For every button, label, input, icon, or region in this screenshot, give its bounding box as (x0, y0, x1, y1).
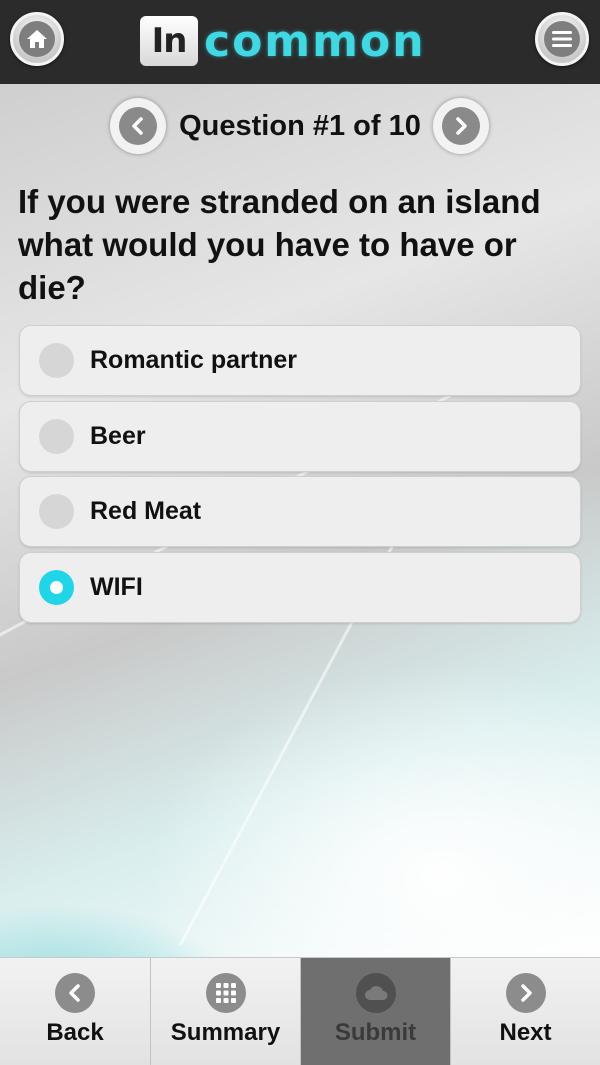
chevron-right-icon (505, 973, 546, 1013)
home-icon (19, 21, 55, 57)
radio-button[interactable] (39, 418, 74, 454)
chevron-left-icon (119, 107, 157, 145)
next-question-button[interactable] (433, 98, 489, 154)
submit-label: Submit (334, 1019, 417, 1046)
answer-option[interactable]: WIFI (19, 551, 581, 623)
answer-options: Romantic partner Beer Red Meat WIFI (19, 325, 581, 627)
menu-button[interactable] (535, 12, 589, 66)
radio-button[interactable] (39, 343, 74, 378)
home-button[interactable] (10, 12, 64, 66)
answer-label: WIFI (90, 572, 143, 601)
question-text: If you were stranded on an island what w… (18, 183, 541, 306)
question-counter: Question #1 of 10 (179, 110, 421, 142)
app-logo: In common (140, 15, 460, 67)
answer-label: Beer (90, 421, 146, 450)
answer-option[interactable]: Beer (19, 400, 581, 472)
answer-option[interactable]: Red Meat (19, 476, 581, 547)
grid-icon (205, 973, 246, 1013)
next-button[interactable]: Next (450, 957, 600, 1065)
summary-button[interactable]: Summary (150, 957, 300, 1065)
submit-button[interactable]: Submit (300, 957, 450, 1065)
logo-box: In (140, 16, 198, 66)
back-label: Back (46, 1019, 104, 1046)
question-navigator: Question #1 of 10 (0, 98, 600, 154)
logo-word: common (204, 15, 426, 67)
cloud-icon (355, 973, 396, 1013)
back-button[interactable]: Back (0, 957, 150, 1065)
answer-option[interactable]: Romantic partner (19, 325, 581, 396)
menu-icon (544, 21, 580, 57)
summary-label: Summary (170, 1019, 281, 1046)
next-label: Next (499, 1019, 552, 1046)
answer-label: Romantic partner (90, 346, 297, 374)
answer-label: Red Meat (90, 497, 202, 525)
previous-question-button[interactable] (110, 98, 166, 154)
bottom-toolbar: Back Summary Submit Next (0, 957, 600, 1065)
app-header: In common (0, 0, 600, 84)
chevron-left-icon (55, 973, 95, 1013)
radio-button[interactable] (39, 494, 74, 529)
chevron-right-icon (442, 107, 480, 145)
radio-button[interactable] (39, 569, 74, 605)
